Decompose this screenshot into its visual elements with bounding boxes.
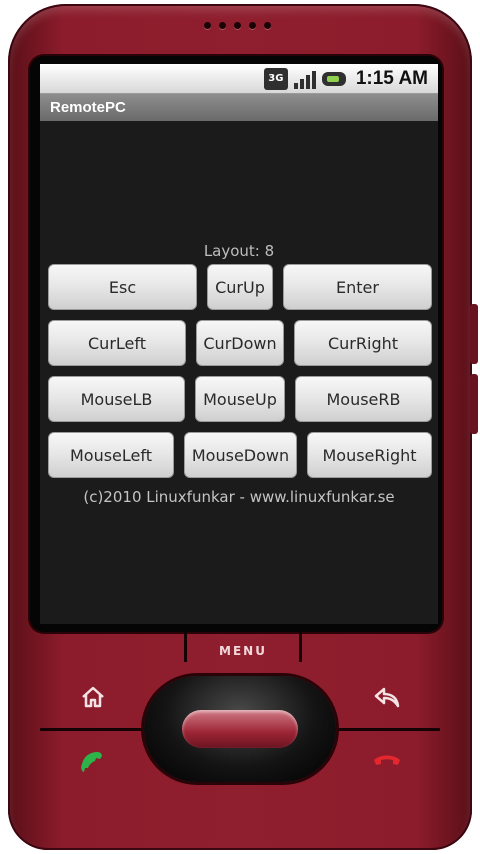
mouse-left-button[interactable]: MouseLeft [48,432,174,478]
signal-strength-icon [293,69,316,89]
side-volume-button[interactable] [470,304,478,364]
call-icon[interactable] [78,748,108,774]
mouse-rb-button[interactable]: MouseRB [295,376,432,422]
battery-charging-icon [321,71,346,86]
status-bar: 3G 1:15 AM [40,64,438,94]
speaker-grille [204,22,271,29]
mouse-up-button[interactable]: MouseUp [195,376,285,422]
enter-button[interactable]: Enter [283,264,432,310]
divider-left [40,728,150,731]
layout-label: Layout: 8 [203,242,275,260]
cur-up-button[interactable]: CurUp [207,264,273,310]
app-title: RemotePC [40,94,438,121]
end-call-icon[interactable] [372,748,402,774]
cur-left-button[interactable]: CurLeft [48,320,186,366]
home-icon[interactable] [78,682,108,712]
mouse-down-button[interactable]: MouseDown [184,432,297,478]
menu-key[interactable]: MENU [184,632,302,662]
screen: 3G 1:15 AM RemotePC Layout: 8 Esc CurUp … [40,64,438,624]
cur-down-button[interactable]: CurDown [196,320,284,366]
mouse-lb-button[interactable]: MouseLB [48,376,185,422]
back-icon[interactable] [372,682,402,712]
esc-button[interactable]: Esc [48,264,197,310]
side-camera-button[interactable] [470,374,478,434]
status-time: 1:15 AM [355,67,428,89]
footer-copyright: (c)2010 Linuxfunkar - www.linuxfunkar.se [83,488,395,506]
mouse-right-button[interactable]: MouseRight [307,432,432,478]
cur-right-button[interactable]: CurRight [294,320,432,366]
trackball[interactable] [182,710,298,748]
divider-right [330,728,440,731]
network-3g-icon: 3G [263,67,288,90]
menu-label: MENU [219,644,267,658]
